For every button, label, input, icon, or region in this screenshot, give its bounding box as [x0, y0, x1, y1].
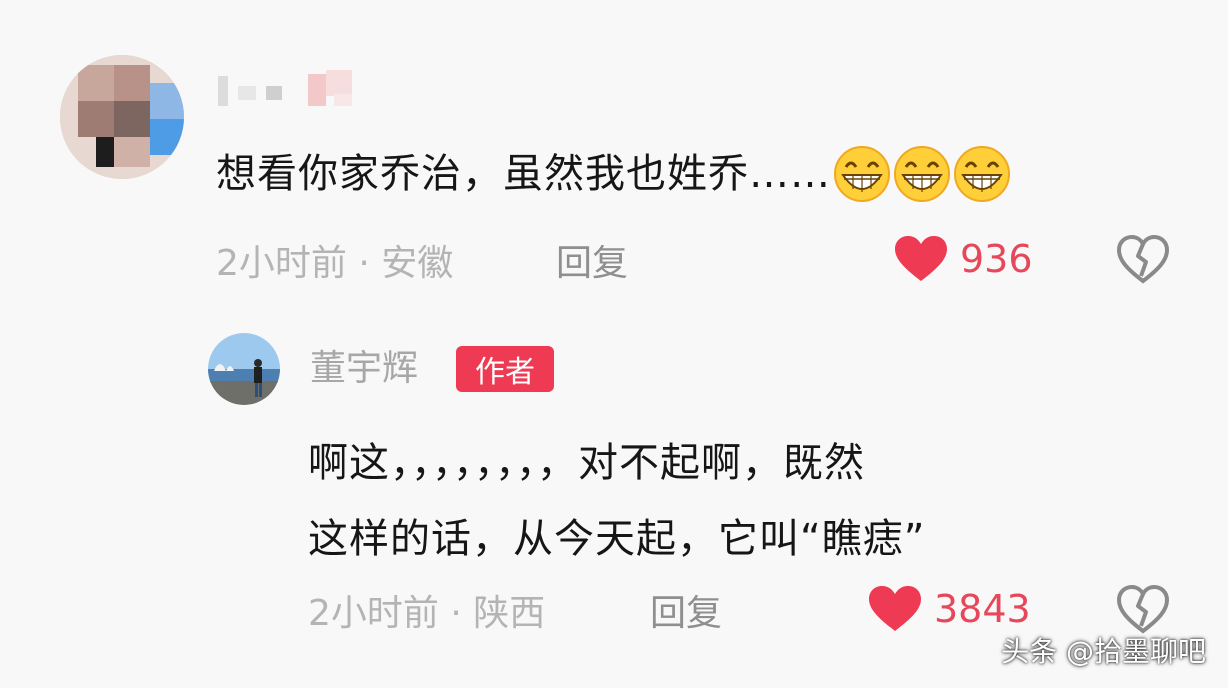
- broken-heart-icon[interactable]: [1116, 232, 1170, 286]
- avatar-mosaic-block: [150, 83, 184, 119]
- reply-like-count: 3843: [934, 587, 1031, 631]
- grinning-face-icon: [834, 146, 890, 202]
- avatar-mosaic-block: [96, 137, 114, 167]
- avatar-mosaic-block: [78, 101, 114, 137]
- heart-icon: [895, 236, 947, 281]
- comment-like-count: 936: [960, 237, 1033, 281]
- author-avatar-photo: [208, 333, 280, 405]
- watermark: 头条 @拾墨聊吧: [1001, 635, 1206, 668]
- commenter-avatar[interactable]: [60, 55, 184, 179]
- broken-heart-icon[interactable]: [1116, 582, 1170, 636]
- blurred-username[interactable]: [216, 66, 366, 110]
- author-name[interactable]: 董宇辉: [310, 344, 418, 394]
- avatar-mosaic-block: [78, 65, 114, 101]
- avatar-mosaic-block: [114, 101, 150, 137]
- reply-like-button[interactable]: 3843: [868, 584, 1031, 634]
- comment-reply-button[interactable]: 回复: [556, 234, 628, 286]
- comment-body: 想看你家乔治，虽然我也姓乔……: [216, 151, 831, 197]
- comment-reply-row: 回复: [556, 236, 628, 284]
- comment-thread: 想看你家乔治，虽然我也姓乔…… 2小时前 · 安徽 回复 936 董宇辉 作者 …: [0, 0, 1228, 688]
- comment-text: 想看你家乔治，虽然我也姓乔……: [216, 146, 1011, 202]
- grinning-face-icon: [894, 146, 950, 202]
- reply-reply-row: 回复: [650, 586, 722, 634]
- grinning-face-icon: [954, 146, 1010, 202]
- reply-text-line-2: 这样的话，从今天起，它叫“瞧痣”: [308, 516, 926, 562]
- comment-like-button[interactable]: 936: [894, 234, 1033, 284]
- author-badge: 作者: [456, 346, 554, 392]
- avatar-mosaic-block: [114, 137, 150, 167]
- reply-text: 啊这，，，，，，，，对不起啊，既然 这样的话，从今天起，它叫“瞧痣”: [308, 425, 1168, 577]
- reply-time-location: 2小时前 · 陕西: [308, 593, 546, 634]
- comment-time-location: 2小时前 · 安徽: [216, 243, 454, 284]
- avatar-mosaic-block: [114, 65, 150, 101]
- reply-reply-button[interactable]: 回复: [650, 584, 722, 636]
- reply-text-line-1: 啊这，，，，，，，，对不起啊，既然: [308, 440, 865, 486]
- heart-icon: [869, 586, 921, 631]
- avatar-mosaic-block: [150, 119, 184, 155]
- comment-meta-row: 2小时前 · 安徽: [216, 236, 453, 284]
- reply-meta-row: 2小时前 · 陕西: [308, 586, 545, 634]
- author-avatar[interactable]: [208, 333, 280, 405]
